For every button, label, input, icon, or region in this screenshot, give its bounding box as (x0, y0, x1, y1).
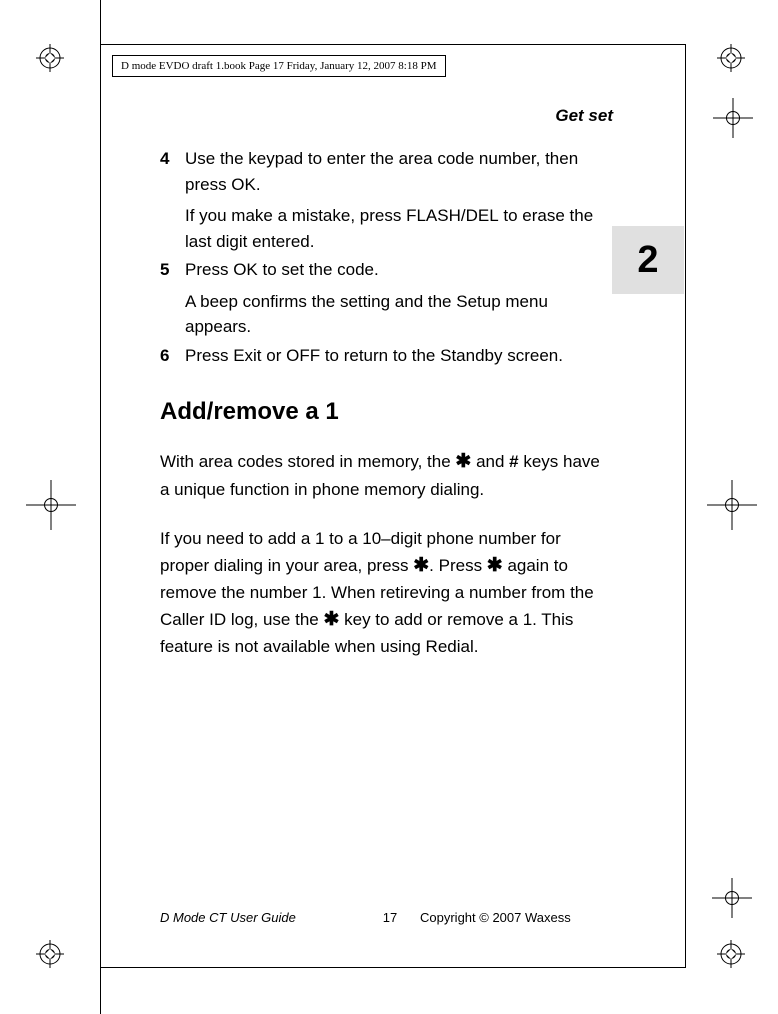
header-info-text: D mode EVDO draft 1.book Page 17 Friday,… (121, 60, 437, 72)
step-number: 4 (160, 146, 185, 254)
step-body: Use the keypad to enter the area code nu… (185, 146, 638, 254)
page-number: 17 (360, 910, 420, 925)
exit-key: Exit (233, 346, 261, 365)
step-body: Press OK to set the code. A beep confirm… (185, 257, 638, 340)
crosshair-icon (712, 878, 752, 918)
off-key: OFF (286, 346, 320, 365)
flash-del-key: FLASH/DEL (406, 206, 499, 225)
crosshair-icon (707, 480, 757, 530)
star-key-icon: ✱ (455, 451, 471, 472)
ok-key: OK (231, 175, 256, 194)
step-body: Press Exit or OFF to return to the Stand… (185, 343, 638, 369)
footer-copyright: Copyright © 2007 Waxess (420, 910, 638, 925)
footer-title: D Mode CT User Guide (160, 910, 360, 925)
step-4: 4 Use the keypad to enter the area code … (160, 146, 638, 254)
section-heading: Add/remove a 1 (160, 398, 638, 426)
page-footer: D Mode CT User Guide 17 Copyright © 2007… (160, 910, 638, 925)
step-5: 5 Press OK to set the code. A beep confi… (160, 257, 638, 340)
star-key-icon: ✱ (413, 555, 429, 576)
crosshair-icon (26, 480, 76, 530)
step-6: 6 Press Exit or OFF to return to the Sta… (160, 343, 638, 369)
running-header: Get set (160, 106, 613, 126)
hash-key-icon: # (509, 452, 518, 471)
reg-mark-icon (717, 44, 745, 72)
body-paragraph: With area codes stored in memory, the ✱ … (160, 448, 638, 502)
step-number: 5 (160, 257, 185, 340)
page-content: Get set 4 Use the keypad to enter the ar… (160, 106, 638, 684)
header-info-box: D mode EVDO draft 1.book Page 17 Friday,… (112, 55, 446, 77)
ok-key: OK (233, 260, 258, 279)
reg-mark-icon (717, 940, 745, 968)
body-paragraph: If you need to add a 1 to a 10–digit pho… (160, 526, 638, 660)
reg-mark-icon (36, 44, 64, 72)
star-key-icon: ✱ (487, 555, 503, 576)
step-number: 6 (160, 343, 185, 369)
reg-mark-icon (36, 940, 64, 968)
crosshair-icon (713, 98, 753, 138)
star-key-icon: ✱ (323, 609, 339, 630)
chapter-number: 2 (637, 239, 658, 282)
